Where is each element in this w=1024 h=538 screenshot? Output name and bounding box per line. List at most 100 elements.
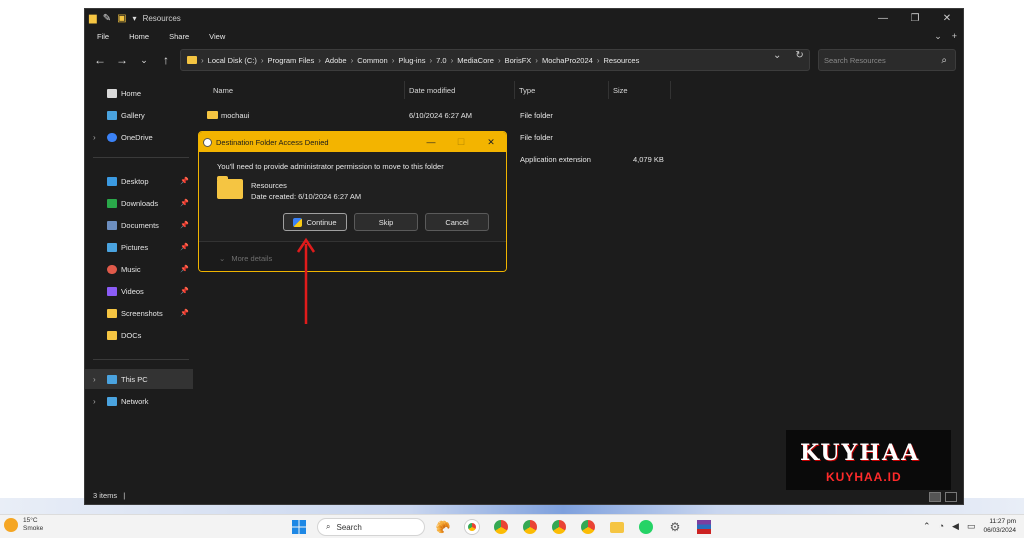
- tab-home[interactable]: Home: [129, 32, 149, 41]
- chevron-down-icon[interactable]: ▾: [133, 14, 137, 23]
- cloud-icon: [107, 132, 117, 142]
- skip-button[interactable]: Skip: [354, 213, 418, 231]
- continue-button[interactable]: Continue: [283, 213, 347, 231]
- back-button[interactable]: ←: [89, 49, 111, 71]
- pictures-icon: [107, 242, 117, 252]
- search-icon[interactable]: ⌕: [941, 55, 947, 66]
- chrome-icon[interactable]: [519, 517, 541, 537]
- breadcrumb-segment[interactable]: MediaCore: [457, 56, 494, 65]
- chevron-up-icon[interactable]: ⌃: [923, 521, 931, 532]
- weather-widget[interactable]: 15°C Smoke: [4, 517, 43, 533]
- item-count: 3 items: [93, 491, 118, 500]
- start-button[interactable]: [288, 517, 310, 537]
- folder-icon: [187, 56, 197, 64]
- settings-icon[interactable]: ⚙: [664, 517, 686, 537]
- tab-view[interactable]: View: [209, 32, 225, 41]
- help-icon[interactable]: +: [952, 31, 957, 42]
- breadcrumb-segment[interactable]: 7.0: [436, 56, 446, 65]
- dialog-close-button[interactable]: ✕: [476, 132, 506, 152]
- breadcrumb-segment[interactable]: Adobe: [325, 56, 347, 65]
- videos-icon: [107, 286, 117, 296]
- sidebar-item-network[interactable]: › Network: [85, 391, 193, 411]
- search-icon: ⌕: [326, 522, 331, 531]
- dialog-maximize-button[interactable]: ☐: [446, 132, 476, 152]
- tab-file[interactable]: File: [97, 32, 109, 41]
- address-dropdown-icon[interactable]: ⌄: [773, 50, 781, 61]
- sidebar-item-music[interactable]: Music 📌: [85, 259, 193, 279]
- title-bar: ▆ ✎ ▣ ▾ Resources — ❐ ✕: [85, 9, 963, 27]
- sidebar-item-onedrive[interactable]: › OneDrive: [85, 127, 193, 147]
- breadcrumb-segment[interactable]: Plug-ins: [398, 56, 425, 65]
- sidebar-item-pictures[interactable]: Pictures 📌: [85, 237, 193, 257]
- minimize-button[interactable]: —: [867, 9, 899, 27]
- breadcrumb-segment[interactable]: Local Disk (C:): [208, 56, 257, 65]
- dialog-footer: ⌄ More details: [199, 241, 506, 271]
- cancel-button[interactable]: Cancel: [425, 213, 489, 231]
- wifi-icon[interactable]: ◔: [939, 521, 944, 531]
- pin-icon: 📌: [180, 244, 189, 251]
- sidebar-item-home[interactable]: Home: [85, 83, 193, 103]
- more-details-toggle[interactable]: ⌄ More details: [219, 254, 272, 263]
- sidebar-item-this-pc[interactable]: › This PC: [85, 369, 193, 389]
- tab-share[interactable]: Share: [169, 32, 189, 41]
- chrome-icon[interactable]: [577, 517, 599, 537]
- chrome-icon[interactable]: [461, 517, 483, 537]
- folder-icon: [207, 111, 218, 119]
- column-header-date[interactable]: Date modified: [405, 81, 515, 99]
- winrar-icon[interactable]: [693, 517, 715, 537]
- sidebar-item-downloads[interactable]: Downloads 📌: [85, 193, 193, 213]
- recent-locations-button[interactable]: ⌄: [133, 49, 155, 71]
- close-button[interactable]: ✕: [931, 9, 963, 27]
- dialog-minimize-button[interactable]: —: [416, 132, 446, 152]
- chevron-right-icon[interactable]: ›: [93, 375, 96, 384]
- breadcrumb-segment[interactable]: Resources: [604, 56, 640, 65]
- sidebar-item-docs[interactable]: DOCs: [85, 325, 193, 345]
- taskbar-search[interactable]: ⌕ Search: [317, 518, 425, 536]
- sidebar-item-gallery[interactable]: Gallery: [85, 105, 193, 125]
- whatsapp-icon[interactable]: [635, 517, 657, 537]
- weather-icon: [4, 518, 18, 532]
- column-header-type[interactable]: Type: [515, 81, 609, 99]
- column-header-size[interactable]: Size: [609, 81, 671, 99]
- search-input[interactable]: Search Resources ⌕: [818, 49, 956, 71]
- chrome-icon[interactable]: [490, 517, 512, 537]
- address-bar[interactable]: › Local Disk (C:) › Program Files › Adob…: [180, 49, 810, 71]
- breadcrumb-segment[interactable]: MochaPro2024: [542, 56, 593, 65]
- ribbon-expand-icon[interactable]: ⌄: [934, 31, 942, 42]
- breadcrumb-segment[interactable]: Common: [357, 56, 387, 65]
- table-row[interactable]: mochaui 6/10/2024 6:27 AM File folder: [195, 105, 755, 125]
- forward-button[interactable]: →: [111, 49, 133, 71]
- new-folder-icon[interactable]: ▣: [117, 13, 126, 24]
- breadcrumb-segment[interactable]: Program Files: [268, 56, 315, 65]
- volume-icon[interactable]: ◀: [952, 521, 959, 532]
- status-bar: 3 items |: [93, 491, 126, 500]
- sidebar-item-videos[interactable]: Videos 📌: [85, 281, 193, 301]
- weather-condition: Smoke: [23, 525, 44, 532]
- battery-icon[interactable]: ▭: [967, 521, 976, 532]
- breadcrumb-segment[interactable]: BorisFX: [505, 56, 532, 65]
- widgets-icon[interactable]: 🥐: [432, 517, 454, 537]
- taskbar: 15°C Smoke ⌕ Search 🥐 ⚙ ⌃ ◔ ◀ ▭ 11:27 pm…: [0, 514, 1024, 538]
- chevron-right-icon[interactable]: ›: [93, 397, 96, 406]
- navigation-bar: ← → ⌄ ↑ › Local Disk (C:) › Program File…: [85, 47, 963, 73]
- folder-icon: ▆: [89, 12, 97, 24]
- access-denied-dialog: Destination Folder Access Denied — ☐ ✕ Y…: [198, 131, 507, 272]
- dialog-message: You'll need to provide administrator per…: [217, 162, 444, 171]
- pin-icon: 📌: [180, 310, 189, 317]
- watermark-logo: KUYHAA KUYHAA.ID: [786, 430, 951, 490]
- sidebar-item-screenshots[interactable]: Screenshots 📌: [85, 303, 193, 323]
- file-explorer-icon[interactable]: [606, 517, 628, 537]
- chrome-icon[interactable]: [548, 517, 570, 537]
- up-button[interactable]: ↑: [155, 49, 177, 71]
- properties-icon[interactable]: ✎: [103, 13, 111, 24]
- refresh-icon[interactable]: ↻: [795, 50, 803, 61]
- large-icons-view-icon[interactable]: [945, 492, 957, 502]
- details-view-icon[interactable]: [929, 492, 941, 502]
- column-header-name[interactable]: Name: [209, 81, 405, 99]
- sidebar-item-desktop[interactable]: Desktop 📌: [85, 171, 193, 191]
- sidebar-item-documents[interactable]: Documents 📌: [85, 215, 193, 235]
- chevron-right-icon[interactable]: ›: [93, 133, 96, 142]
- clock[interactable]: 11:27 pm 06/03/2024: [983, 517, 1016, 535]
- maximize-button[interactable]: ❐: [899, 9, 931, 27]
- gallery-icon: [107, 110, 117, 120]
